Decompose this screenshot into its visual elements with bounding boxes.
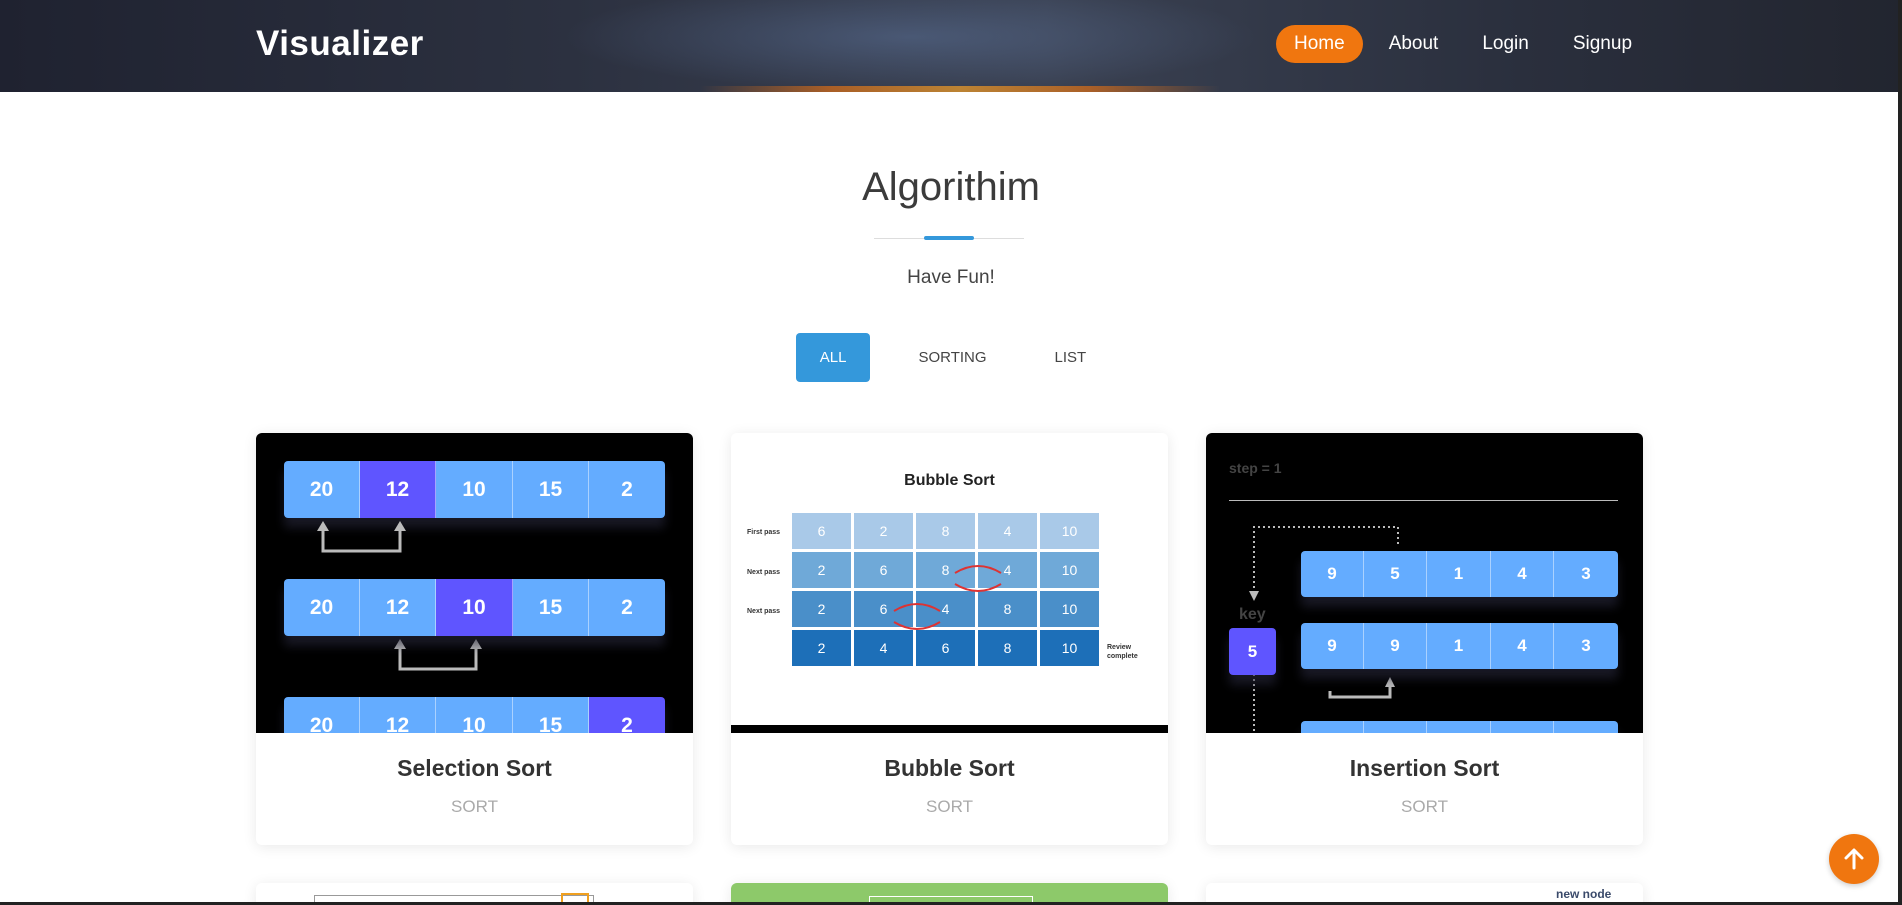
selection-sort-thumbnail: 20 12 10 15 2 20 12 10 15 2 20 12 10 15 …: [256, 433, 693, 733]
insertion-sort-thumbnail: step = 1 key 5 9 5 1 4 3 9 9 1 4 3: [1206, 433, 1643, 733]
title-divider-accent: [924, 236, 974, 240]
card-title[interactable]: Bubble Sort: [731, 755, 1168, 782]
card-category: SORT: [926, 797, 973, 816]
array-cell: 9: [1301, 551, 1364, 597]
nav-signup[interactable]: Signup: [1555, 25, 1650, 63]
thumbnail-partial-label: new node: [1556, 887, 1612, 901]
arrow-up-icon-glyph: [1844, 848, 1864, 870]
array-cell: 4: [1491, 623, 1554, 669]
array-cell: [1364, 721, 1427, 733]
array-cell: 15: [513, 697, 589, 733]
array-cell: 10: [436, 697, 513, 733]
key-label: key: [1239, 606, 1266, 623]
array-row: 9 9 1 4 3: [1301, 623, 1618, 669]
card-insertion-sort[interactable]: step = 1 key 5 9 5 1 4 3 9 9 1 4 3 Inser…: [1206, 433, 1643, 845]
top-navbar: Visualizer Home About Login Signup: [0, 0, 1902, 92]
bubble-sort-thumbnail: Bubble Sort First pass Next pass Next pa…: [731, 433, 1168, 733]
array-cell: 9: [1301, 623, 1364, 669]
array-cell: 20: [284, 579, 360, 636]
array-cell: 2: [589, 697, 665, 733]
array-cell: 1: [1427, 623, 1491, 669]
window-edge: [1898, 0, 1902, 905]
header-background-strip: [700, 86, 1220, 92]
array-cell: 3: [1554, 623, 1618, 669]
card-title[interactable]: Selection Sort: [256, 755, 693, 782]
array-cell: 1: [1427, 551, 1491, 597]
card-title[interactable]: Insertion Sort: [1206, 755, 1643, 782]
arrow-up-icon[interactable]: [1829, 834, 1879, 884]
array-row: 20 12 10 15 2: [284, 697, 665, 733]
array-cell: 3: [1554, 551, 1618, 597]
nav-login[interactable]: Login: [1464, 25, 1547, 63]
swap-arrows-icon: [893, 565, 1002, 630]
filter-tabs: ALL SORTING LIST: [0, 333, 1902, 382]
title-divider: [874, 236, 1024, 240]
nav-about[interactable]: About: [1371, 25, 1457, 63]
array-cell: 10: [436, 579, 513, 636]
brand-logo[interactable]: Visualizer: [256, 24, 424, 64]
filter-all[interactable]: ALL: [795, 333, 871, 382]
array-cell: [1554, 721, 1618, 733]
array-cell: [1427, 721, 1491, 733]
array-row: 20 12 10 15 2: [284, 579, 665, 636]
nav-home[interactable]: Home: [1276, 25, 1363, 63]
card-category: SORT: [451, 797, 498, 816]
key-box: 5: [1229, 628, 1276, 675]
filter-sorting[interactable]: SORTING: [898, 333, 1006, 382]
card-selection-sort[interactable]: 20 12 10 15 2 20 12 10 15 2 20 12 10 15 …: [256, 433, 693, 845]
array-cell: 4: [1491, 551, 1554, 597]
header-background-glow: [560, 0, 1260, 92]
card-category: SORT: [1401, 797, 1448, 816]
section-title: Algorithim: [862, 165, 1040, 209]
thumbnail-bottom-bar: [731, 725, 1168, 733]
array-cell: [1301, 721, 1364, 733]
page: Visualizer Home About Login Signup Algor…: [0, 0, 1902, 905]
array-cell: [1491, 721, 1554, 733]
array-cell: 20: [284, 697, 360, 733]
array-cell: 2: [589, 579, 665, 636]
key-cell: 5: [1229, 628, 1276, 675]
array-cell: 9: [1364, 623, 1427, 669]
section-subtitle: Have Fun!: [907, 267, 995, 288]
array-row: 9 5 1 4 3: [1301, 551, 1618, 597]
array-cell: 12: [360, 579, 436, 636]
filter-list[interactable]: LIST: [1035, 333, 1107, 382]
card-bubble-sort[interactable]: Bubble Sort First pass Next pass Next pa…: [731, 433, 1168, 845]
array-cell: 5: [1364, 551, 1427, 597]
array-row: [1301, 721, 1618, 733]
array-cell: 15: [513, 579, 589, 636]
nav-menu: Home About Login Signup: [1276, 25, 1650, 63]
array-cell: 12: [360, 697, 436, 733]
